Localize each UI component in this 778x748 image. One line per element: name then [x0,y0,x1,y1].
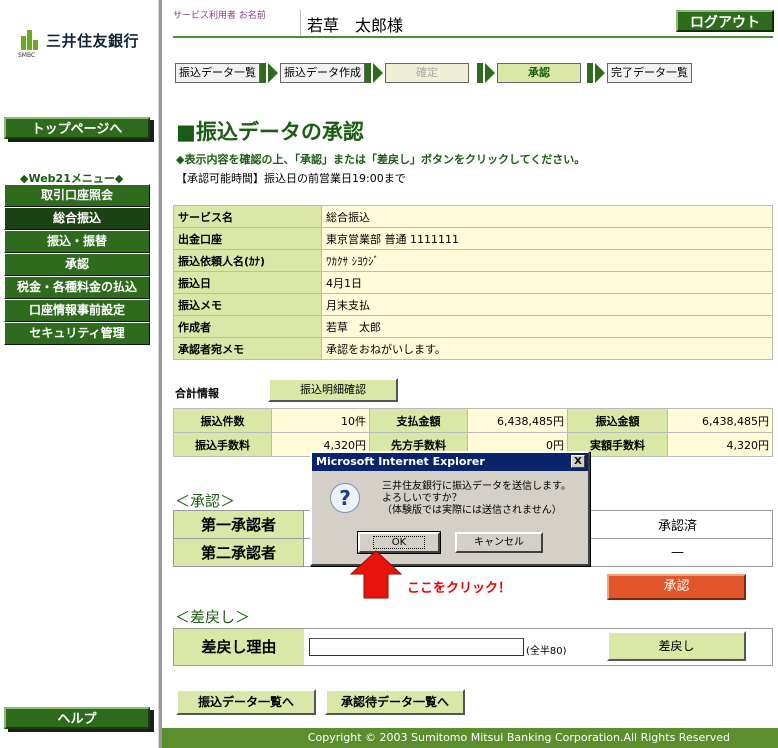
transfer-detail-button[interactable]: 振込明細確認 [268,378,398,402]
detail-label: 作成者 [173,315,322,338]
approve-button[interactable]: 承認 [607,574,746,600]
summary-label-cell: 振込金額 [567,408,668,433]
detail-value: 承認をおねがいします。 [321,337,773,360]
service-user-label: サービス利用者 お名前 [173,11,266,21]
detail-value: 若草 太郎 [321,315,773,338]
step-connector [260,63,266,83]
step-arrow-icon [373,63,383,83]
table-row: 承認者宛メモ 承認をおねがいします。 [173,337,773,360]
sidebar-divider [158,0,162,748]
step-connector [477,63,483,83]
sidebar-item-account-settings[interactable]: 口座情報事前設定 [4,299,150,322]
sidebar-item-bulk-transfer[interactable]: 総合振込 [4,207,150,230]
detail-label: 振込依頼人名(ｶﾅ) [173,249,322,272]
approver-label: 第一承認者 [173,510,304,539]
sidebar-item-account-inquiry[interactable]: 取引口座照会 [4,184,150,207]
detail-label: 出金口座 [173,227,322,250]
header-rule [173,36,773,38]
summary-value-cell: 10件 [271,408,370,433]
detail-value: 東京営業部 普通 1111111 [321,227,773,250]
approval-heading: ＜承認＞ [175,492,236,510]
approver-status: — [582,538,773,567]
step-create-data: 振込データ作成 [280,63,365,83]
step-arrow-icon [268,63,278,83]
transfer-list-button[interactable]: 振込データ一覧へ [176,689,316,715]
summary-value-cell: 6,438,485円 [467,408,568,433]
reject-reason-label: 差戻し理由 [174,629,304,665]
smbc-logo: SMBC 三井住友銀行 [18,22,140,59]
page-title: ■振込データの承認 [176,120,364,144]
cancel-button[interactable]: キャンセル [455,532,543,553]
top-page-button[interactable]: トップページへ [4,117,150,139]
table-row: 振込件数 10件 支払金額 6,438,485円 振込金額 6,438,485円 [173,408,773,433]
summary-label-cell: 振込件数 [173,408,272,433]
detail-label: 承認者宛メモ [173,337,322,360]
question-icon: ? [330,483,360,513]
dialog-message-line: 三井住友銀行に振込データを送信します。 [382,481,571,492]
step-confirm: 確定 [385,63,469,83]
table-row: 振込依頼人名(ｶﾅ) ﾜｶｸｻ ｼﾖｳｼﾞ [173,249,773,272]
detail-label: 振込メモ [173,293,322,316]
approver-label: 第二承認者 [173,538,304,567]
step-indicator: 振込データ一覧 振込データ作成 確定 承認 完了データ一覧 [175,63,692,83]
step-arrow-icon [485,63,495,83]
click-here-annotation: ここをクリック！ [407,581,512,596]
table-row: サービス名 総合振込 [173,205,773,228]
step-connector [365,63,371,83]
reject-heading: ＜差戻し＞ [175,608,251,626]
reject-button[interactable]: 差戻し [607,631,746,661]
sidebar-item-security[interactable]: セキュリティ管理 [4,322,150,345]
dialog-message-line: （体験版では実際には送信されません） [382,505,562,516]
ok-button-label: OK [372,536,426,549]
table-row: 出金口座 東京営業部 普通 1111111 [173,227,773,250]
detail-value: 4月1日 [321,271,773,294]
detail-label: 振込日 [173,271,322,294]
summary-label: 合計情報 [175,387,219,400]
dialog-message: 三井住友銀行に振込データを送信します。 よろしいですか？ （体験版では実際には送… [382,481,571,517]
instruction-text: ◆表示内容を確認の上、「承認」または「差戻し」ボタンをクリックしてください。 [176,153,586,166]
close-icon[interactable]: X [571,455,585,468]
dialog-title: Microsoft Internet Explorer [316,455,485,468]
step-approve: 承認 [497,63,581,83]
approval-hours: 【承認可能時間】振込日の前営業日19:00まで [176,172,406,185]
copyright-footer: Copyright © 2003 Sumitomo Mitsui Banking… [162,728,778,748]
detail-value: 月末支払 [321,293,773,316]
red-arrow-icon [349,550,403,599]
brand-sub: SMBC [18,52,36,59]
sidebar-item-tax-payment[interactable]: 税金・各種料金の払込 [4,276,150,299]
dialog-message-line: よろしいですか？ [382,493,462,504]
table-row: 振込日 4月1日 [173,271,773,294]
step-connector [587,63,593,83]
transfer-details-table: サービス名 総合振込 出金口座 東京営業部 普通 1111111 振込依頼人名(ｶﾅ… [173,205,773,360]
sidebar: SMBC 三井住友銀行 トップページへ ◆Web21メニュー◆ 取引口座照会 総… [0,0,158,748]
detail-label: サービス名 [173,205,322,228]
reject-reason-hint: (全半80) [526,646,567,657]
approver-status: 承認済 [582,510,773,539]
brand-name: 三井住友銀行 [46,31,140,50]
table-row: 振込メモ 月末支払 [173,293,773,316]
pending-list-button[interactable]: 承認待データ一覧へ [325,689,465,715]
sidebar-menu: 取引口座照会 総合振込 振込・振替 承認 税金・各種料金の払込 口座情報事前設定… [4,184,150,345]
summary-label-cell: 支払金額 [369,408,468,433]
detail-value: 総合振込 [321,205,773,228]
user-name: 若草 太郎様 [307,16,404,35]
help-button[interactable]: ヘルプ [4,707,150,729]
dialog-titlebar: Microsoft Internet Explorer X [312,453,588,471]
name-divider [300,10,301,36]
summary-table: 振込件数 10件 支払金額 6,438,485円 振込金額 6,438,485円… [173,408,773,457]
step-transfer-list: 振込データ一覧 [175,63,260,83]
summary-label-cell: 振込手数料 [173,432,272,457]
logout-button[interactable]: ログアウト [676,10,774,32]
confirm-dialog: Microsoft Internet Explorer X ? 三井住友銀行に振… [310,451,590,566]
smbc-leaf-icon: SMBC [18,22,40,59]
summary-value-cell: 6,438,485円 [667,408,773,433]
sidebar-item-transfer[interactable]: 振込・振替 [4,230,150,253]
step-arrow-icon [595,63,605,83]
summary-value-cell: 4,320円 [667,432,773,457]
table-row: 作成者 若草 太郎 [173,315,773,338]
step-completed-list: 完了データ一覧 [607,63,692,83]
detail-value: ﾜｶｸｻ ｼﾖｳｼﾞ [321,249,773,272]
reject-reason-input[interactable] [309,638,524,656]
sidebar-item-approval[interactable]: 承認 [4,253,150,276]
